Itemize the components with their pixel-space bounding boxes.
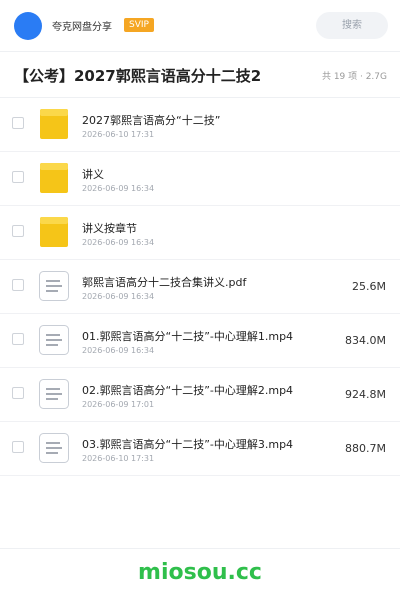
file-row[interactable]: 讲义 2026-06-09 16:34 [0, 152, 400, 206]
folder-meta: 共 19 项 · 2.7G [321, 72, 387, 82]
file-name: 郭熙言语高分十二技合集讲义.pdf [82, 276, 247, 289]
row-checkbox[interactable] [12, 387, 24, 399]
file-date: 2026-06-09 16:34 [82, 238, 155, 247]
header: 夸克网盘分享 SVIP 搜索 [0, 0, 400, 52]
file-date: 2026-06-09 16:34 [82, 184, 155, 193]
row-checkbox[interactable] [12, 171, 24, 183]
document-icon [39, 325, 69, 355]
file-size: 25.6M [352, 280, 386, 293]
document-icon [39, 379, 69, 409]
folder-title-bar: 【公考】2027郭熙言语高分十二技2 共 19 项 · 2.7G [0, 52, 400, 98]
file-row[interactable]: 讲义按章节 2026-06-09 16:34 [0, 206, 400, 260]
file-row[interactable]: 2027郭熙言语高分“十二技” 2026-06-10 17:31 [0, 98, 400, 152]
file-date: 2026-06-10 17:31 [82, 454, 155, 463]
file-name: 讲义按章节 [82, 222, 137, 235]
file-date: 2026-06-10 17:31 [82, 130, 155, 139]
search-input[interactable]: 搜索 [316, 12, 388, 39]
row-checkbox[interactable] [12, 441, 24, 453]
file-date: 2026-06-09 16:34 [82, 346, 155, 355]
row-checkbox[interactable] [12, 333, 24, 345]
folder-icon [40, 163, 68, 193]
row-checkbox[interactable] [12, 117, 24, 129]
file-name: 讲义 [82, 168, 104, 181]
file-list: 2027郭熙言语高分“十二技” 2026-06-10 17:31 讲义 2026… [0, 98, 400, 476]
file-date: 2026-06-09 17:01 [82, 400, 155, 409]
file-name: 02.郭熙言语高分“十二技”-中心理解2.mp4 [82, 384, 294, 397]
share-page: 夸克网盘分享 SVIP 搜索 【公考】2027郭熙言语高分十二技2 共 19 项… [0, 0, 400, 600]
file-row[interactable]: 郭熙言语高分十二技合集讲义.pdf 2026-06-09 16:34 25.6M [0, 260, 400, 314]
file-date: 2026-06-09 16:34 [82, 292, 155, 301]
file-size: 880.7M [345, 442, 386, 455]
file-name: 01.郭熙言语高分“十二技”-中心理解1.mp4 [82, 330, 294, 343]
document-icon [39, 433, 69, 463]
footer-divider [0, 548, 400, 549]
document-icon [39, 271, 69, 301]
row-checkbox[interactable] [12, 225, 24, 237]
app-name: 夸克网盘分享 [52, 22, 112, 33]
file-row[interactable]: 02.郭熙言语高分“十二技”-中心理解2.mp4 2026-06-09 17:0… [0, 368, 400, 422]
folder-title: 【公考】2027郭熙言语高分十二技2 [14, 67, 262, 85]
svip-badge: SVIP [124, 18, 154, 32]
avatar[interactable] [14, 12, 42, 40]
file-row[interactable]: 03.郭熙言语高分“十二技”-中心理解3.mp4 2026-06-10 17:3… [0, 422, 400, 476]
folder-icon [40, 217, 68, 247]
file-row[interactable]: 01.郭熙言语高分“十二技”-中心理解1.mp4 2026-06-09 16:3… [0, 314, 400, 368]
row-checkbox[interactable] [12, 279, 24, 291]
folder-icon [40, 109, 68, 139]
file-name: 03.郭熙言语高分“十二技”-中心理解3.mp4 [82, 438, 294, 451]
watermark: miosou.cc [138, 560, 262, 585]
file-size: 924.8M [345, 388, 386, 401]
file-name: 2027郭熙言语高分“十二技” [82, 114, 221, 127]
file-size: 834.0M [345, 334, 386, 347]
